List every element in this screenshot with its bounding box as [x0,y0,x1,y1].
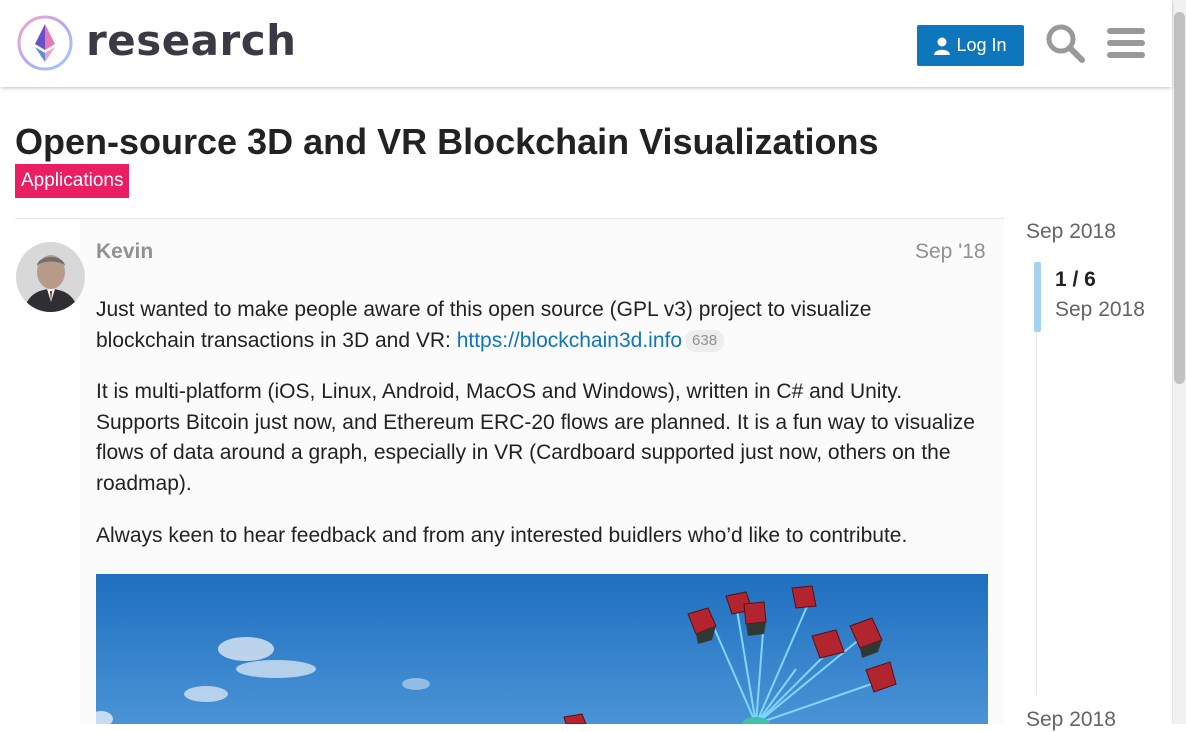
topic-title[interactable]: Open-source 3D and VR Blockchain Visuali… [15,121,879,163]
post-paragraph-1: Just wanted to make people aware of this… [96,295,976,356]
post-date[interactable]: Sep '18 [915,240,986,264]
login-button[interactable]: Log In [917,25,1024,66]
avatar[interactable] [16,242,85,312]
ethereum-logo-icon [17,15,73,71]
scrollbar-thumb[interactable] [1174,12,1185,384]
timeline-current-date: Sep 2018 [1055,298,1145,321]
page-scrollbar[interactable] [1172,0,1186,724]
site-logo[interactable]: research [16,14,297,72]
timeline-scroll-handle[interactable] [1034,262,1041,332]
category-badge[interactable]: Applications [15,164,130,198]
search-icon[interactable] [1045,23,1085,63]
hamburger-menu-icon[interactable] [1107,26,1145,60]
timeline-start-date[interactable]: Sep 2018 [1026,220,1116,244]
logo-text: research [86,16,297,65]
post-link[interactable]: https://blockchain3d.info [457,329,682,352]
login-label: Log In [956,35,1007,55]
timeline-end-date[interactable]: Sep 2018 [1026,708,1116,732]
post-paragraph-3: Always keen to hear feedback and from an… [96,524,908,547]
site-header: research Log In [0,0,1172,87]
timeline-position: 1 / 6 [1055,268,1096,291]
link-click-count: 638 [685,329,725,352]
post-image[interactable] [96,574,988,724]
post-paragraph-2: It is multi-platform (iOS, Linux, Androi… [96,380,975,495]
post-author[interactable]: Kevin [96,240,153,264]
user-icon [934,37,951,55]
